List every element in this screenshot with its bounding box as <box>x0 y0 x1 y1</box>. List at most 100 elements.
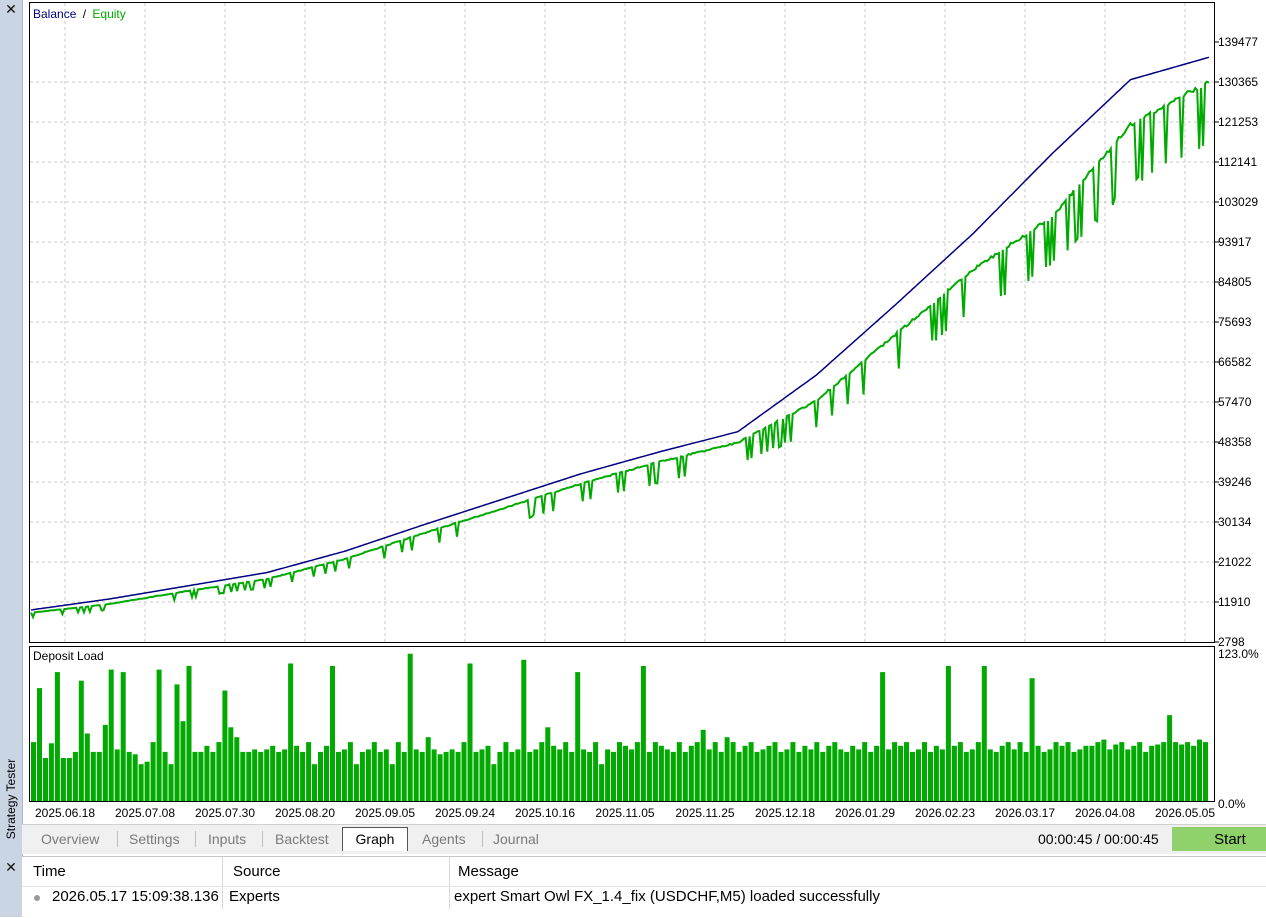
tab-journal[interactable]: Journal <box>485 828 547 850</box>
deposit-bar <box>419 751 425 801</box>
x-tick-label: 2025.06.18 <box>35 806 95 820</box>
deposit-bar <box>258 751 264 801</box>
deposit-bar <box>473 751 479 801</box>
deposit-bar <box>748 742 754 801</box>
chart-legend: Balance / Equity <box>33 7 126 21</box>
column-header-time[interactable]: Time <box>33 857 66 886</box>
deposit-bar <box>939 749 945 801</box>
deposit-bar <box>617 742 622 801</box>
start-button[interactable]: Start <box>1172 827 1266 851</box>
deposit-bar <box>1191 745 1197 801</box>
deposit-bar <box>1113 744 1119 801</box>
column-header-source[interactable]: Source <box>233 857 281 886</box>
tab-inputs[interactable]: Inputs <box>200 828 254 850</box>
balance-y-axis: 139477 130365 121253 112141 103029 93917 84805… <box>1214 35 1258 649</box>
deposit-bar <box>1005 742 1011 801</box>
deposit-bar <box>234 737 240 801</box>
deposit-bar <box>999 745 1005 801</box>
legend-separator: / <box>83 7 87 21</box>
deposit-bar <box>736 751 742 801</box>
y-tick-label: 75693 <box>1218 315 1252 329</box>
tab-agents[interactable]: Agents <box>414 828 474 850</box>
deposit-bar <box>431 749 437 801</box>
deposit-bar <box>180 721 186 801</box>
deposit-bar <box>48 743 54 801</box>
deposit-bar <box>389 764 395 801</box>
x-tick-label: 2025.09.05 <box>355 806 415 820</box>
x-tick-label: 2025.10.16 <box>515 806 575 820</box>
deposit-bar <box>156 669 162 801</box>
deposit-bar <box>700 729 706 801</box>
x-tick-label: 2025.11.05 <box>595 806 654 820</box>
y-tick-label: 121253 <box>1218 115 1258 129</box>
y-tick-label: 11910 <box>1218 595 1251 609</box>
journal-close-icon[interactable]: ✕ <box>3 860 19 876</box>
deposit-bar <box>192 751 198 801</box>
deposit-bar <box>270 745 276 801</box>
deposit-bar <box>78 680 84 801</box>
deposit-y-tick-label: 0.0% <box>1218 797 1246 811</box>
y-tick-label: 93917 <box>1218 235 1252 249</box>
deposit-bar <box>347 742 353 801</box>
deposit-bar <box>766 745 772 801</box>
deposit-bar <box>294 745 300 801</box>
deposit-bar <box>575 672 581 801</box>
deposit-bar <box>521 659 527 801</box>
deposit-bar <box>90 751 96 801</box>
deposit-bar <box>318 751 323 801</box>
deposit-bar <box>993 751 999 801</box>
deposit-bar <box>796 751 802 801</box>
deposit-bar <box>330 666 335 801</box>
deposit-bar <box>951 745 957 801</box>
x-tick-label: 2025.08.20 <box>275 806 335 820</box>
strategy-tester-label: Strategy Tester <box>4 758 18 840</box>
x-tick-label: 2025.12.18 <box>755 806 815 820</box>
deposit-bar <box>312 764 317 801</box>
deposit-bar <box>868 751 874 801</box>
deposit-bar <box>969 749 975 801</box>
deposit-bar <box>754 751 760 801</box>
deposit-bar <box>652 742 658 801</box>
deposit-bar <box>108 669 114 801</box>
tab-separator <box>482 831 483 847</box>
deposit-bar <box>784 749 790 801</box>
deposit-bar <box>688 745 694 801</box>
deposit-bar <box>874 745 880 801</box>
deposit-bar <box>228 727 234 801</box>
deposit-bar <box>144 761 150 801</box>
tab-settings[interactable]: Settings <box>121 828 188 850</box>
y-tick-label: 103029 <box>1218 195 1258 209</box>
deposit-bar <box>742 745 748 801</box>
legend-balance: Balance <box>33 7 77 21</box>
deposit-bar <box>802 745 808 801</box>
tab-graph[interactable]: Graph <box>342 827 408 851</box>
deposit-bar <box>1131 745 1137 801</box>
tab-overview[interactable]: Overview <box>33 828 107 850</box>
deposit-bar <box>730 742 736 801</box>
close-icon[interactable]: ✕ <box>3 2 19 18</box>
deposit-bar <box>1197 739 1202 801</box>
tab-backtest[interactable]: Backtest <box>267 828 337 850</box>
column-divider[interactable] <box>222 857 223 909</box>
deposit-bar <box>712 742 718 801</box>
deposit-bar <box>533 749 539 801</box>
column-divider[interactable] <box>449 857 450 909</box>
y-tick-label: 112141 <box>1218 155 1257 169</box>
deposit-bar <box>401 751 407 801</box>
deposit-bar <box>1035 745 1041 801</box>
deposit-bar <box>1137 742 1143 801</box>
deposit-bar <box>694 742 700 801</box>
deposit-bar <box>1107 749 1113 801</box>
deposit-bar <box>640 666 646 801</box>
deposit-bar <box>37 688 42 801</box>
deposit-bar <box>102 724 108 801</box>
deposit-bar <box>928 751 933 801</box>
column-header-message[interactable]: Message <box>458 857 519 886</box>
deposit-bar <box>324 745 329 801</box>
deposit-bar <box>563 742 569 801</box>
deposit-bar <box>987 749 993 801</box>
deposit-bar <box>527 751 533 801</box>
deposit-bar <box>1071 751 1077 801</box>
deposit-bar <box>772 742 778 801</box>
deposit-bar <box>455 751 461 801</box>
